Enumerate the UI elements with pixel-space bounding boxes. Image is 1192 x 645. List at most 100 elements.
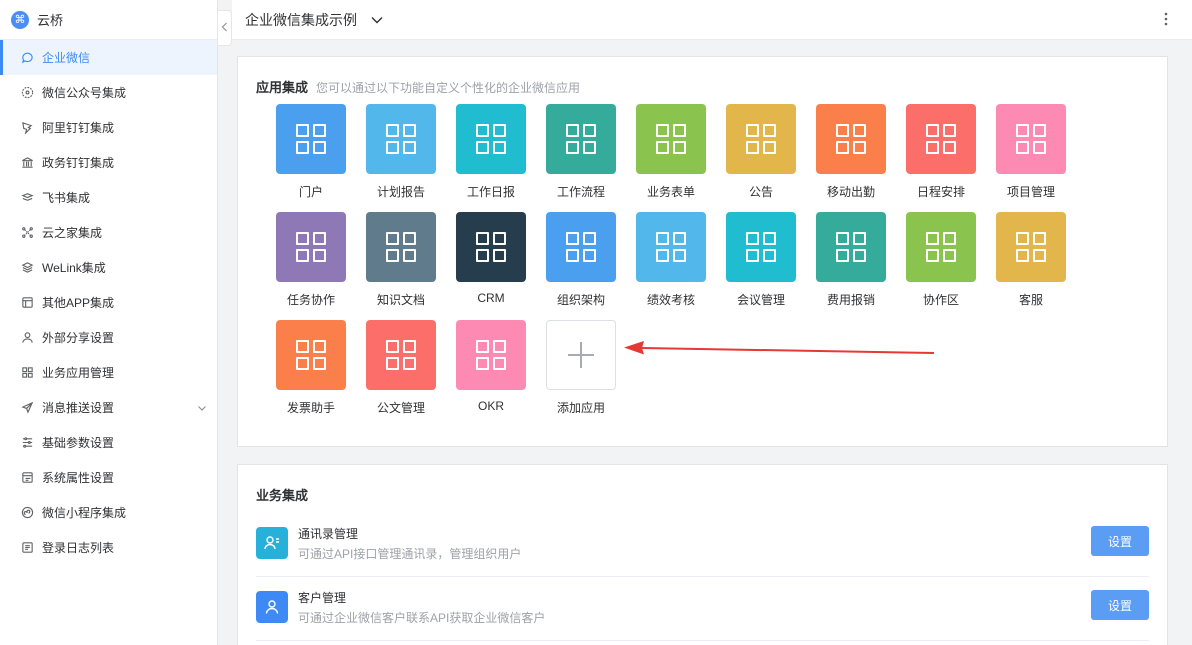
miniapp-icon xyxy=(20,506,34,520)
sidebar-item-other-app[interactable]: 其他APP集成 xyxy=(0,285,217,320)
app-icon-tile xyxy=(906,104,976,174)
app-label: 公文管理 xyxy=(376,401,425,415)
app-tile-16[interactable]: 协作区 xyxy=(896,212,986,312)
app-icon-tile xyxy=(456,320,526,390)
sidebar-item-system-props[interactable]: 系统属性设置 xyxy=(0,460,217,495)
brand[interactable]: ⌘ 云桥 xyxy=(0,0,217,40)
app-tile-5[interactable]: 公告 xyxy=(716,104,806,204)
annotation-arrow xyxy=(624,341,935,355)
sidebar-item-dingtalk[interactable]: 阿里钉钉集成 xyxy=(0,110,217,145)
sidebar-collapse-button[interactable] xyxy=(218,10,232,46)
app-icon-tile xyxy=(366,212,436,282)
layers-icon xyxy=(20,261,34,275)
app-label: 绩效考核 xyxy=(646,293,695,307)
grid-icon xyxy=(476,232,506,262)
grid-icon xyxy=(656,124,686,154)
add-app-button[interactable]: 添加应用 xyxy=(536,320,626,420)
chat-icon xyxy=(20,51,34,65)
app-label: 客服 xyxy=(1018,293,1043,307)
sidebar-item-gov-dingtalk[interactable]: 政务钉钉集成 xyxy=(0,145,217,180)
chevron-down-icon[interactable] xyxy=(197,402,207,416)
bank-icon xyxy=(20,156,34,170)
brand-name: 云桥 xyxy=(37,13,64,28)
app-icon-tile xyxy=(366,320,436,390)
app-icon-tile xyxy=(636,104,706,174)
app-label: 项目管理 xyxy=(1006,185,1055,199)
sidebar-item-yunzhijia[interactable]: 云之家集成 xyxy=(0,215,217,250)
grid-icon xyxy=(20,366,34,380)
grid-icon xyxy=(836,124,866,154)
grid-icon xyxy=(296,124,326,154)
send-icon xyxy=(20,401,34,415)
app-icon-tile xyxy=(546,104,616,174)
app-tile-15[interactable]: 费用报销 xyxy=(806,212,896,312)
sidebar-item-login-log[interactable]: 登录日志列表 xyxy=(0,530,217,565)
sidebar-item-basic-params[interactable]: 基础参数设置 xyxy=(0,425,217,460)
sidebar-item-label: 消息推送设置 xyxy=(42,401,115,415)
app-label: 业务表单 xyxy=(646,185,695,199)
app-tile-3[interactable]: 工作流程 xyxy=(536,104,626,204)
sidebar-item-wechat-mp[interactable]: 微信公众号集成 xyxy=(0,75,217,110)
app-tile-6[interactable]: 移动出勤 xyxy=(806,104,896,204)
sidebar: ⌘ 云桥 企业微信 微信公众号集成 阿里钉钉集成 政务钉钉集成 飞书集成 云之家… xyxy=(0,0,218,645)
sidebar-item-welink[interactable]: WeLink集成 xyxy=(0,250,217,285)
list-item-title: 通讯录管理 xyxy=(298,527,359,541)
app-tile-4[interactable]: 业务表单 xyxy=(626,104,716,204)
sidebar-item-wecom[interactable]: 企业微信 xyxy=(0,40,217,75)
app-tile-9[interactable]: 任务协作 xyxy=(266,212,356,312)
app-tile-2[interactable]: 工作日报 xyxy=(446,104,536,204)
app-tile-18[interactable]: 发票助手 xyxy=(266,320,356,420)
app-label: 日程安排 xyxy=(916,185,965,199)
sidebar-item-label: 云之家集成 xyxy=(42,226,103,240)
app-tile-13[interactable]: 绩效考核 xyxy=(626,212,716,312)
app-icon-tile xyxy=(906,212,976,282)
app-tile-11[interactable]: CRM xyxy=(446,212,536,312)
app-label: 公告 xyxy=(748,185,773,199)
more-vertical-icon[interactable] xyxy=(1164,12,1168,29)
app-label: 费用报销 xyxy=(826,293,875,307)
app-tile-19[interactable]: 公文管理 xyxy=(356,320,446,420)
app-icon-tile xyxy=(996,104,1066,174)
app-tile-20[interactable]: OKR xyxy=(446,320,536,420)
sidebar-item-miniapp[interactable]: 微信小程序集成 xyxy=(0,495,217,530)
sidebar-item-feishu[interactable]: 飞书集成 xyxy=(0,180,217,215)
app-icon-tile xyxy=(276,104,346,174)
chevron-down-icon[interactable] xyxy=(371,16,383,24)
app-label: 发票助手 xyxy=(286,401,335,415)
grid-icon xyxy=(386,340,416,370)
app-tile-14[interactable]: 会议管理 xyxy=(716,212,806,312)
list-item-desc: 可通过企业微信客户联系API获取企业微信客户 xyxy=(298,611,546,625)
app-tile-10[interactable]: 知识文档 xyxy=(356,212,446,312)
app-label: 工作日报 xyxy=(466,185,515,199)
settings-button[interactable]: 设置 xyxy=(1091,526,1149,556)
grid-icon xyxy=(746,232,776,262)
sidebar-item-message-push[interactable]: 消息推送设置 xyxy=(0,390,217,425)
app-tile-1[interactable]: 计划报告 xyxy=(356,104,446,204)
compass-icon xyxy=(20,86,34,100)
app-tile-7[interactable]: 日程安排 xyxy=(896,104,986,204)
add-app-tile xyxy=(546,320,616,390)
settings-button[interactable]: 设置 xyxy=(1091,590,1149,620)
contacts-icon xyxy=(256,527,288,559)
grid-icon xyxy=(746,124,776,154)
app-icon-tile xyxy=(456,104,526,174)
sidebar-item-label: 企业微信 xyxy=(42,51,91,65)
app-label: 移动出勤 xyxy=(826,185,875,199)
app-label: 知识文档 xyxy=(376,293,425,307)
grid-icon xyxy=(926,232,956,262)
sidebar-menu: 企业微信 微信公众号集成 阿里钉钉集成 政务钉钉集成 飞书集成 云之家集成 We… xyxy=(0,40,217,565)
top-header: 企业微信集成示例 xyxy=(232,0,1192,40)
grid-icon xyxy=(926,124,956,154)
app-tile-17[interactable]: 客服 xyxy=(986,212,1076,312)
app-tile-0[interactable]: 门户 xyxy=(266,104,356,204)
app-icon-tile xyxy=(276,212,346,282)
app-tile-8[interactable]: 项目管理 xyxy=(986,104,1076,204)
section-subtitle: 您可以通过以下功能自定义个性化的企业微信应用 xyxy=(316,81,581,95)
app-icon-tile xyxy=(726,104,796,174)
sliders-icon xyxy=(20,436,34,450)
grid-icon xyxy=(1016,124,1046,154)
app-tile-12[interactable]: 组织架构 xyxy=(536,212,626,312)
sidebar-item-label: 系统属性设置 xyxy=(42,471,115,485)
sidebar-item-biz-app[interactable]: 业务应用管理 xyxy=(0,355,217,390)
sidebar-item-external-share[interactable]: 外部分享设置 xyxy=(0,320,217,355)
